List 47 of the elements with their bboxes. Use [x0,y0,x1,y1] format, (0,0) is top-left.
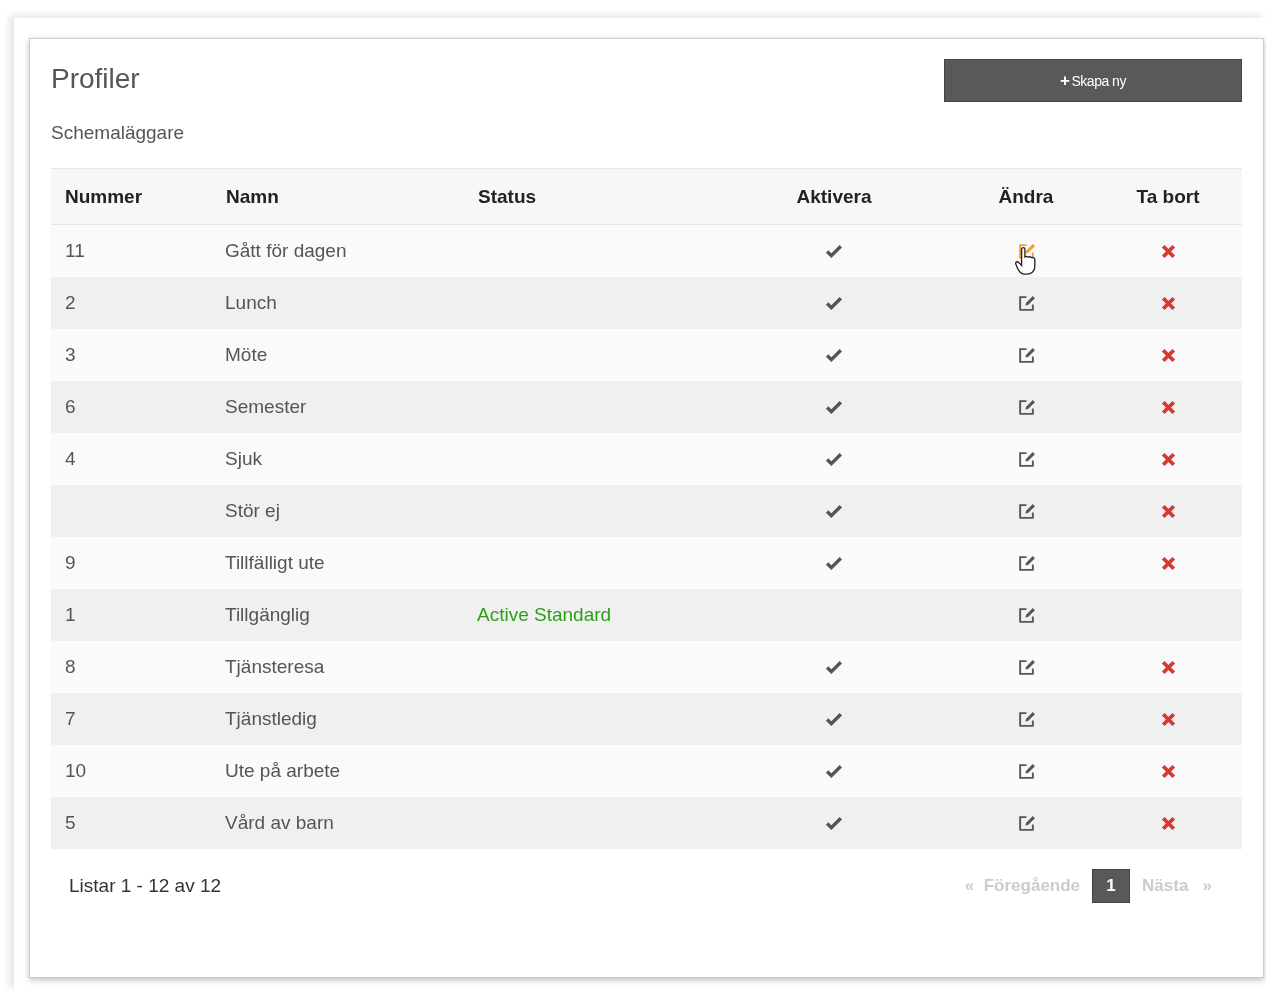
page-subtitle: Schemaläggare [51,122,185,144]
table-cell: Möte [225,329,477,381]
table-cell: 1 [51,589,225,641]
table-cell: 9 [51,537,225,589]
listing-summary: Listar 1 - 12 av 12 [69,875,222,897]
page-button[interactable]: 1 [1092,869,1131,903]
table-cell: Gått för dagen [225,224,477,277]
status-text: Active Standard [477,589,736,641]
table-cell: Tillgänglig [225,589,477,641]
table-cell: 4 [51,433,225,485]
edit-icon[interactable] [1016,502,1036,522]
column-header: Namn [225,168,477,225]
column-header: Ta bort [1120,168,1242,225]
edit-icon[interactable] [1016,450,1036,470]
edit-icon[interactable] [1016,710,1036,730]
table-cell: 8 [51,641,225,693]
column-header: Status [477,168,736,225]
table-cell: Stör ej [225,485,477,537]
column-header: Aktivera [736,168,932,225]
table-cell: 6 [51,381,225,433]
edit-icon[interactable] [1016,346,1036,366]
table-cell: 10 [51,745,225,797]
table-cell: Lunch [225,277,477,329]
table-cell: Tjänsteresa [225,641,477,693]
table-cell: 3 [51,329,225,381]
table-cell: Sjuk [225,433,477,485]
column-header: Ändra [932,168,1120,225]
edit-icon[interactable] [1016,242,1036,262]
edit-icon[interactable] [1016,294,1036,314]
table-cell: 7 [51,693,225,745]
column-header: Nummer [51,168,225,225]
table-cell: 11 [51,224,225,277]
page-title: Profiler [51,63,141,95]
table-cell: Vård av barn [225,797,477,849]
edit-icon[interactable] [1016,658,1036,678]
table-cell: Tjänstledig [225,693,477,745]
edit-icon[interactable] [1016,762,1036,782]
edit-icon[interactable] [1016,606,1036,626]
edit-icon[interactable] [1016,814,1036,834]
table-cell: 5 [51,797,225,849]
table-cell: Tillfälligt ute [225,537,477,589]
edit-icon[interactable] [1016,554,1036,574]
create-button[interactable]: +Skapa ny [944,59,1242,102]
table-cell: Semester [225,381,477,433]
edit-icon[interactable] [1016,398,1036,418]
table-cell: 2 [51,277,225,329]
table-cell: Ute på arbete [225,745,477,797]
